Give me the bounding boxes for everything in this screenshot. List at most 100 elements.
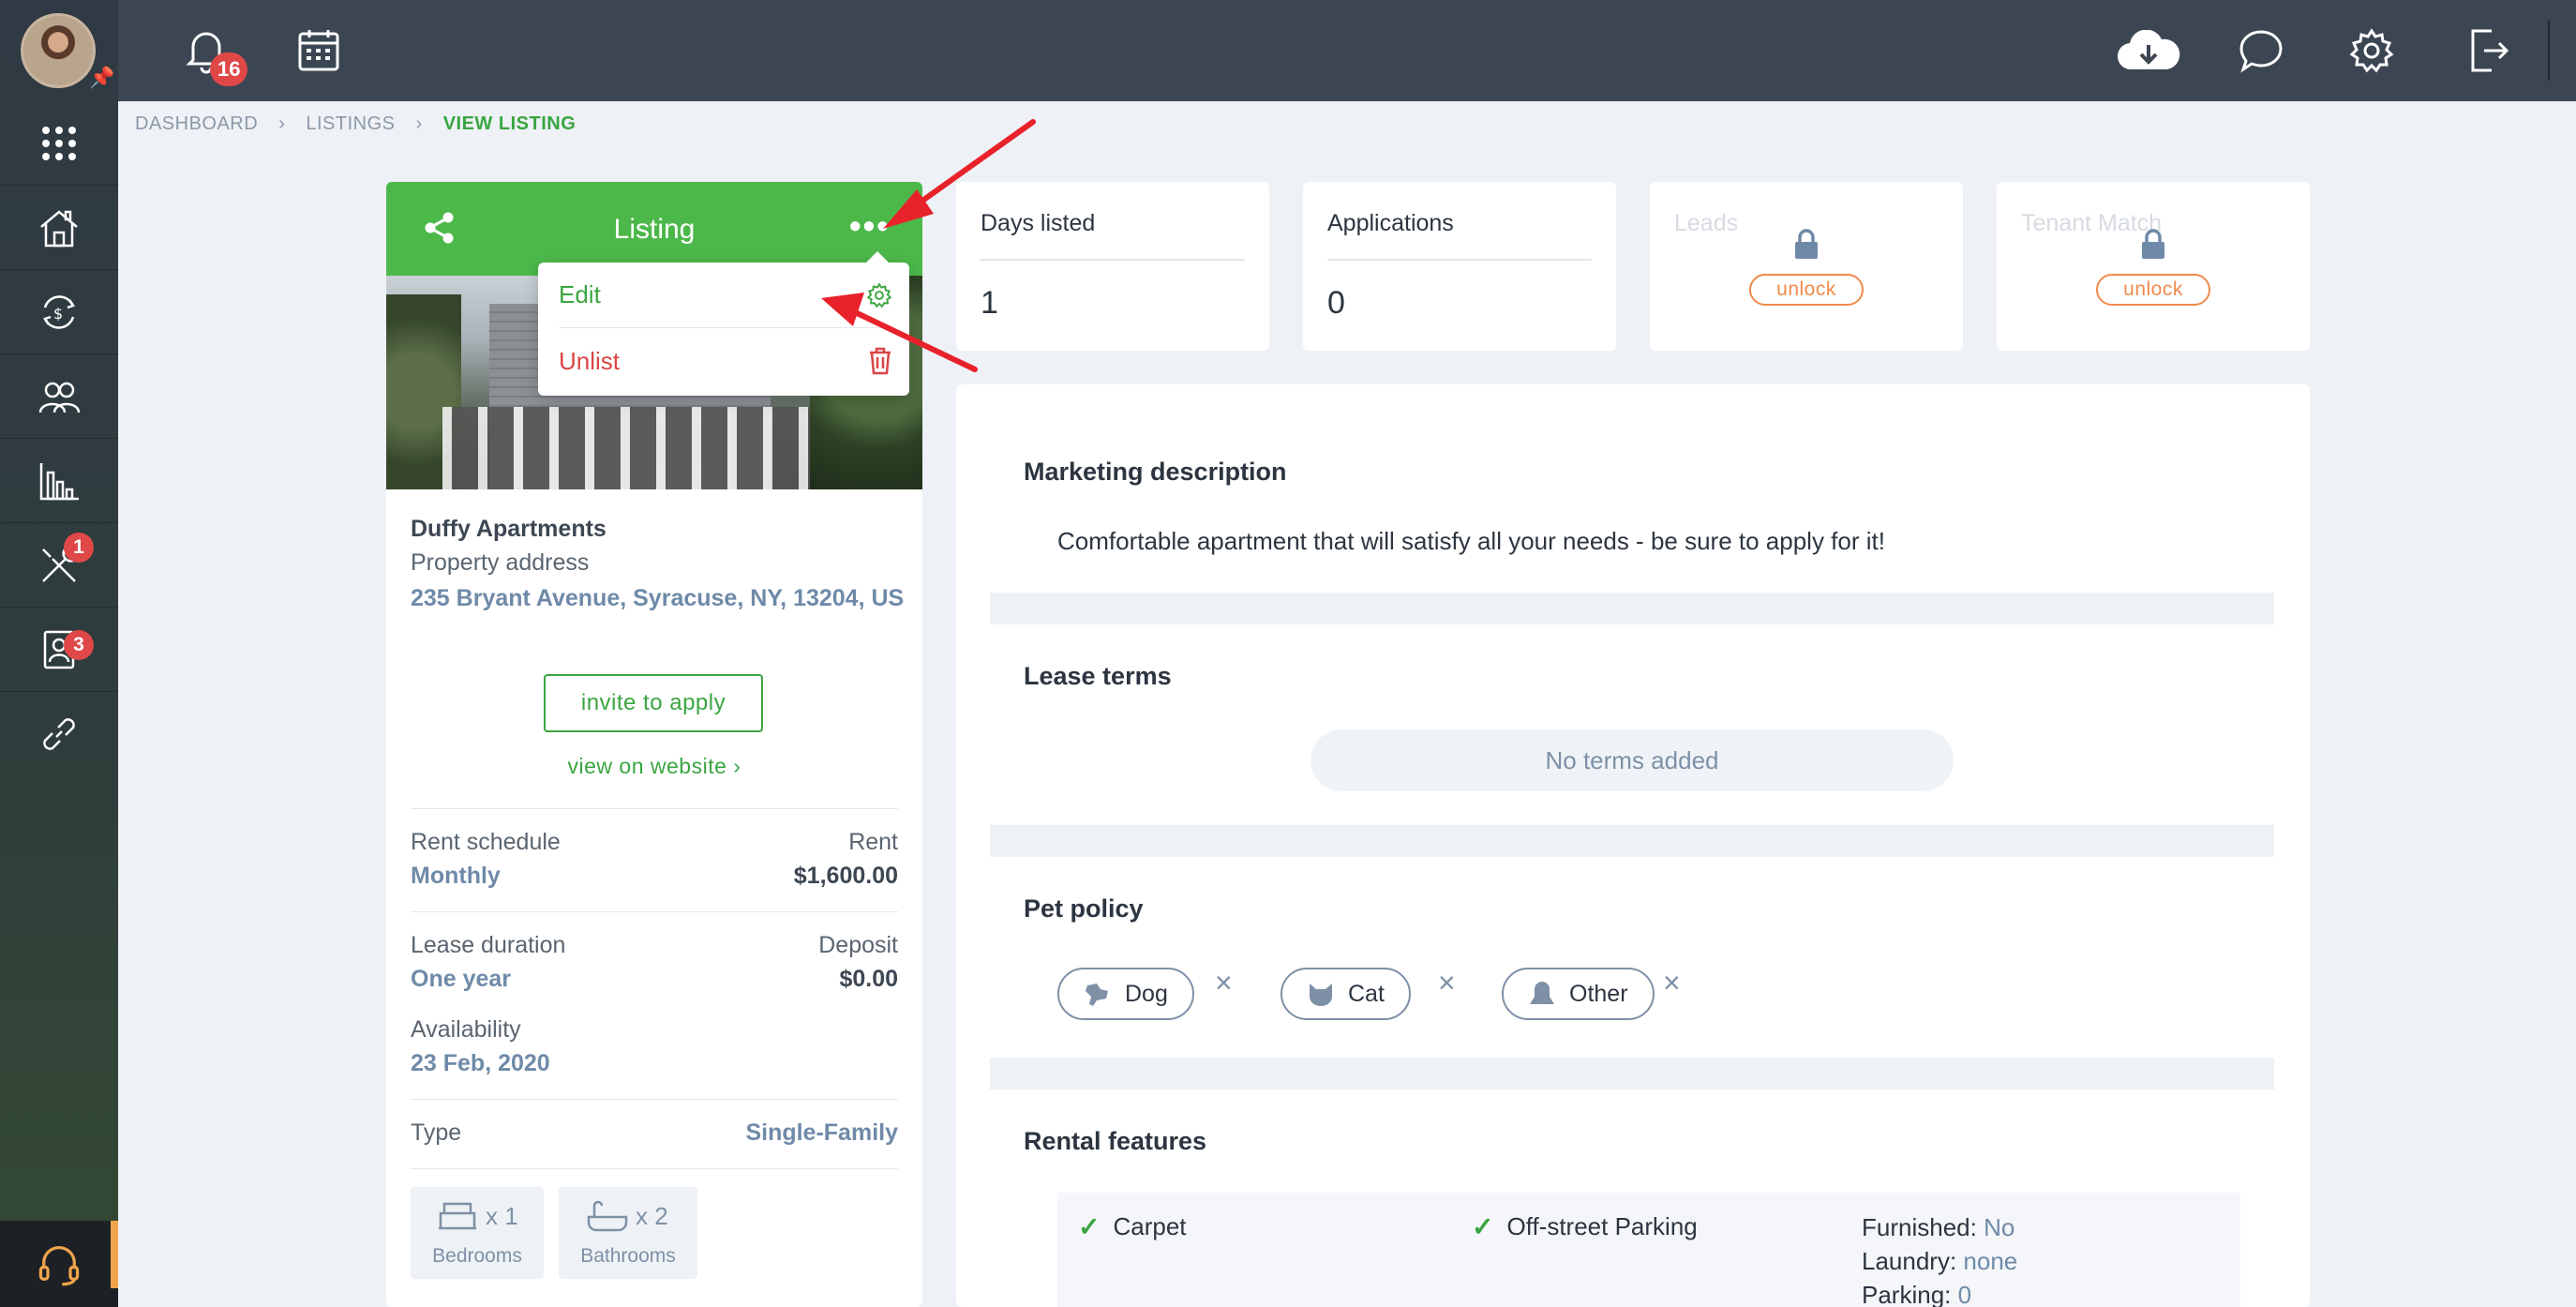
bedrooms-count: x 1 [486, 1202, 518, 1230]
logout-button[interactable] [2460, 23, 2516, 79]
grid-icon [42, 126, 76, 160]
property-name: Duffy Apartments [411, 516, 607, 542]
headset-icon [38, 1245, 80, 1286]
pin-icon[interactable]: 📌 [89, 66, 114, 90]
check-icon: ✓ [1472, 1212, 1494, 1241]
days-listed-card: Days listed 1 [956, 182, 1269, 351]
laundry-label: Laundry: [1862, 1247, 1957, 1275]
pet-chip-other: Other [1502, 968, 1655, 1020]
user-avatar[interactable] [21, 13, 96, 88]
settings-button[interactable] [2344, 23, 2400, 79]
rental-features-list: ✓ Carpet ✓ Off-street Parking Furnished:… [1057, 1193, 2240, 1307]
furnished-row: Furnished: No [1862, 1213, 2014, 1242]
edit-label: Edit [559, 280, 601, 308]
download-button[interactable] [2113, 23, 2184, 79]
breadcrumb: DASHBOARD › LISTINGS › VIEW LISTING [135, 113, 576, 135]
view-on-website-link[interactable]: view on website › [386, 754, 922, 779]
sidebar-item-people[interactable] [0, 354, 118, 439]
pet-dog-label: Dog [1125, 980, 1168, 1007]
feature-carpet: ✓ Carpet [1078, 1211, 1187, 1242]
notifications-button[interactable]: 16 [178, 23, 248, 86]
sidebar-item-apps[interactable] [0, 101, 118, 186]
parking-value: 0 [1957, 1281, 1972, 1307]
chevron-right-icon: › [415, 113, 423, 134]
support-indicator [111, 1221, 118, 1288]
unlist-label: Unlist [559, 346, 621, 375]
dog-icon [1086, 984, 1108, 1006]
availability-label: Availability [411, 1016, 521, 1043]
calendar-button[interactable] [291, 23, 347, 79]
availability-value: 23 Feb, 2020 [411, 1050, 550, 1076]
remove-cat-icon[interactable]: × [1438, 966, 1456, 1000]
remove-dog-icon[interactable]: × [1215, 966, 1233, 1000]
bathrooms-label: Bathrooms [580, 1245, 676, 1267]
rent-label: Rent [848, 829, 898, 855]
pet-other-label: Other [1569, 980, 1628, 1007]
sidebar-item-reports[interactable] [0, 439, 118, 523]
sidebar-item-payments[interactable]: $ [0, 270, 118, 354]
bedrooms-label: Bedrooms [432, 1245, 522, 1267]
listing-header: Listing ••• [386, 182, 922, 276]
pet-chip-dog: Dog [1057, 968, 1194, 1020]
section-divider [990, 1058, 2274, 1089]
lease-duration-label: Lease duration [411, 932, 566, 958]
breadcrumb-listings[interactable]: LISTINGS [306, 113, 395, 135]
sidebar-item-maintenance[interactable]: 1 [0, 523, 118, 608]
breadcrumb-view-listing: VIEW LISTING [442, 113, 577, 134]
calendar-icon [298, 30, 339, 71]
bathtub-icon [587, 1200, 628, 1232]
lock-icon [2142, 229, 2164, 259]
days-listed-value: 1 [981, 285, 998, 321]
unlock-tenant-match-button[interactable]: unlock [2096, 274, 2210, 306]
logout-icon [2471, 29, 2509, 72]
type-label: Type [411, 1119, 462, 1146]
feature-parking: ✓ Off-street Parking [1472, 1211, 1698, 1242]
messages-button[interactable] [2233, 23, 2289, 79]
tenant-match-card: Tenant Match unlock [1997, 182, 2310, 351]
gear-icon [866, 281, 892, 308]
feature-parking-label: Off-street Parking [1506, 1212, 1698, 1240]
chevron-right-icon: › [278, 113, 286, 134]
rent-schedule-label: Rent schedule [411, 829, 561, 855]
furnished-value: No [1984, 1213, 2015, 1241]
laundry-value: none [1963, 1247, 2018, 1275]
support-button[interactable] [0, 1221, 118, 1307]
divider [411, 808, 898, 809]
cloud-download-icon [2117, 30, 2180, 70]
menu-item-unlist[interactable]: Unlist [559, 328, 892, 394]
sidebar-item-integrations[interactable] [0, 692, 118, 776]
menu-item-edit[interactable]: Edit [559, 263, 892, 328]
lease-terms-title: Lease terms [1024, 662, 1172, 690]
notifications-badge: 16 [210, 53, 248, 86]
cat-icon [1310, 984, 1332, 1006]
bedrooms-box: x 1 Bedrooms [411, 1187, 544, 1279]
divider [411, 1099, 898, 1100]
section-divider [990, 593, 2274, 624]
type-value: Single-Family [745, 1119, 898, 1146]
more-options-icon[interactable]: ••• [849, 206, 891, 246]
parking-row: Parking: 0 [1862, 1281, 1971, 1307]
sidebar-item-properties[interactable] [0, 186, 118, 270]
bathrooms-count: x 2 [636, 1202, 668, 1230]
deposit-value: $0.00 [839, 966, 898, 992]
pet-chip-cat: Cat [1281, 968, 1411, 1020]
section-divider [990, 825, 2274, 857]
unlock-leads-button[interactable]: unlock [1749, 274, 1864, 306]
sidebar: 📌 $ 1 3 [0, 0, 118, 1307]
users-icon [38, 382, 81, 413]
rent-value: $1,600.00 [793, 863, 898, 889]
remove-other-icon[interactable]: × [1663, 966, 1681, 1000]
applications-label: Applications [1327, 210, 1454, 236]
breadcrumb-dashboard[interactable]: DASHBOARD [135, 113, 258, 135]
sidebar-item-applications[interactable]: 3 [0, 608, 118, 692]
chat-icon [2239, 30, 2283, 73]
applications-value: 0 [1327, 285, 1345, 321]
bed-icon [439, 1202, 476, 1230]
days-listed-label: Days listed [981, 210, 1096, 236]
feature-carpet-label: Carpet [1113, 1212, 1187, 1240]
topbar: 16 [118, 0, 2576, 101]
check-icon: ✓ [1078, 1212, 1101, 1241]
parking-label: Parking: [1862, 1281, 1952, 1307]
gear-icon [2349, 28, 2394, 73]
invite-to-apply-button[interactable]: invite to apply [544, 674, 763, 732]
